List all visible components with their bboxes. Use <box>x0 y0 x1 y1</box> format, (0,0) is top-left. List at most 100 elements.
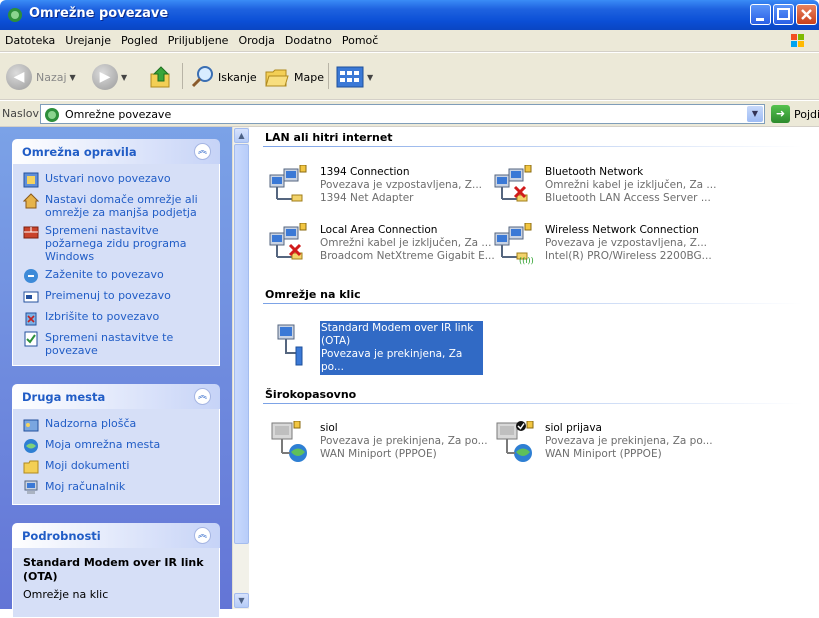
task-firewall[interactable]: Spremeni nastavitve požarnega zidu progr… <box>23 224 211 263</box>
my-computer-icon <box>24 480 38 494</box>
task-create-connection[interactable]: Ustvari novo povezavo <box>23 172 211 188</box>
place-label: Moj računalnik <box>45 480 126 493</box>
task-label: Ustvari novo povezavo <box>45 172 171 185</box>
search-label: Iskanje <box>218 70 257 84</box>
forward-button[interactable]: ▶ ▼ <box>92 62 127 92</box>
window-title: Omrežne povezave <box>29 6 169 21</box>
task-home-network[interactable]: Nastavi domače omrežje ali omrežje za ma… <box>23 193 211 219</box>
place-label: Nadzorna plošča <box>45 417 137 430</box>
dialup-connection-icon <box>277 324 303 366</box>
close-icon <box>801 9 812 20</box>
connection-device: 1394 Net Adapter <box>320 192 414 204</box>
network-tasks-title: Omrežna opravila <box>22 145 137 159</box>
toolbar: ◀ Nazaj ▼ ▶ ▼ Iskanje Mape ▼ <box>0 53 819 100</box>
details-item-name: Standard Modem over IR link (OTA) <box>23 556 204 583</box>
address-label: Naslov <box>2 107 39 120</box>
address-dropdown-icon[interactable]: ▼ <box>747 106 763 122</box>
details-item-type: Omrežje na klic <box>23 588 109 601</box>
connection-status: Omrežni kabel je izključen, Za ... <box>320 237 492 249</box>
connection-name: Wireless Network Connection <box>545 224 699 236</box>
menu-help[interactable]: Pomoč <box>337 30 383 47</box>
menu-tools[interactable]: Orodja <box>233 30 279 47</box>
folders-icon <box>265 69 289 87</box>
address-value: Omrežne povezave <box>65 108 172 121</box>
other-places-header[interactable]: Druga mesta ︽ <box>12 384 220 409</box>
connection-wireless[interactable]: ((ı)) Wireless Network Connection Poveza… <box>493 223 723 267</box>
menu-file[interactable]: Datoteka <box>0 30 60 47</box>
connections-list: LAN ali hitri internet 1394 Connection P… <box>250 127 819 609</box>
menu-view[interactable]: Pogled <box>116 30 163 47</box>
folders-button[interactable]: Mape <box>264 62 324 92</box>
connection-name: Local Area Connection <box>320 224 438 236</box>
my-documents-icon <box>23 460 39 474</box>
minimize-button[interactable] <box>750 4 771 25</box>
search-button[interactable]: Iskanje <box>190 62 257 92</box>
go-button[interactable]: ➜ Pojdi <box>771 105 819 123</box>
other-places-title: Druga mesta <box>22 390 106 404</box>
go-label: Pojdi <box>794 107 819 121</box>
svg-text:((ı)): ((ı)) <box>519 256 534 265</box>
wireless-connection-icon: ((ı)) <box>494 223 534 265</box>
folders-label: Mape <box>294 70 324 84</box>
connection-status: Omrežni kabel je izključen, Za ... <box>545 179 717 191</box>
collapse-chevron-icon[interactable]: ︽ <box>194 527 211 544</box>
place-label: Moja omrežna mesta <box>45 438 161 451</box>
connection-name: Standard Modem over IR link (OTA) <box>321 322 474 347</box>
connection-siol[interactable]: siol Povezava je prekinjena, Za po... WA… <box>268 421 498 465</box>
connection-device: Bluetooth LAN Access Server ... <box>545 192 711 204</box>
up-button[interactable] <box>148 62 174 92</box>
network-connections-icon <box>8 8 22 22</box>
properties-icon <box>24 331 38 347</box>
chevron-down-icon: ▼ <box>367 72 374 82</box>
menu-edit[interactable]: Urejanje <box>60 30 116 47</box>
network-tasks-header[interactable]: Omrežna opravila ︽ <box>12 139 220 164</box>
connection-status: Povezava je prekinjena, Za po... <box>545 435 713 447</box>
connection-modem-ir[interactable]: Standard Modem over IR link (OTA) Poveza… <box>268 321 498 375</box>
new-connection-icon <box>23 172 39 188</box>
task-start-connection[interactable]: Zaženite to povezavo <box>23 268 211 284</box>
firewall-icon <box>23 226 39 239</box>
details-box: Podrobnosti ︽ Standard Modem over IR lin… <box>12 523 220 618</box>
connection-local-area[interactable]: Local Area Connection Omrežni kabel je i… <box>268 223 498 267</box>
delete-icon <box>25 312 37 326</box>
connection-siol-prijava[interactable]: siol prijava Povezava je prekinjena, Za … <box>493 421 723 465</box>
title-bar: Omrežne povezave <box>0 0 819 30</box>
group-divider <box>263 146 803 147</box>
details-header[interactable]: Podrobnosti ︽ <box>12 523 220 548</box>
scroll-thumb[interactable] <box>234 144 249 544</box>
task-change-settings[interactable]: Spremeni nastavitve te povezave <box>23 331 211 357</box>
connection-1394[interactable]: 1394 Connection Povezava je vzpostavljen… <box>268 165 498 209</box>
task-rename[interactable]: Preimenuj to povezavo <box>23 289 211 305</box>
network-connections-icon <box>45 108 59 122</box>
task-delete[interactable]: Izbrišite to povezavo <box>23 310 211 326</box>
address-bar: Naslov Omrežne povezave ▼ ➜ Pojdi <box>0 101 819 127</box>
collapse-chevron-icon[interactable]: ︽ <box>194 143 211 160</box>
menu-favorites[interactable]: Priljubljene <box>163 30 234 47</box>
scroll-up-button[interactable]: ▲ <box>234 128 249 143</box>
connection-device: WAN Miniport (PPPOE) <box>320 448 437 460</box>
menu-advanced[interactable]: Dodatno <box>280 30 337 47</box>
rename-icon <box>23 291 39 303</box>
connection-bluetooth[interactable]: Bluetooth Network Omrežni kabel je izklj… <box>493 165 723 209</box>
chevron-down-icon: ▼ <box>121 72 128 82</box>
place-my-documents[interactable]: Moji dokumenti <box>23 459 211 475</box>
lan-disconnected-icon <box>494 165 532 202</box>
views-icon <box>336 66 364 88</box>
task-label: Zaženite to povezavo <box>45 268 164 281</box>
back-button[interactable]: ◀ Nazaj ▼ <box>6 62 76 92</box>
maximize-button[interactable] <box>773 4 794 25</box>
place-my-computer[interactable]: Moj računalnik <box>23 480 211 496</box>
connection-status: Povezava je vzpostavljena, Z... <box>320 179 483 191</box>
place-network-places[interactable]: Moja omrežna mesta <box>23 438 211 454</box>
back-label: Nazaj <box>36 70 67 84</box>
views-button[interactable]: ▼ <box>336 62 373 92</box>
task-label: Preimenuj to povezavo <box>45 289 171 302</box>
address-input[interactable]: Omrežne povezave ▼ <box>40 104 765 124</box>
scroll-down-button[interactable]: ▼ <box>234 593 249 608</box>
place-control-panel[interactable]: Nadzorna plošča <box>23 417 211 433</box>
vertical-scrollbar[interactable]: ▲ ▼ <box>232 127 249 609</box>
connection-status: Povezava je prekinjena, Za po... <box>321 348 463 373</box>
close-button[interactable] <box>796 4 817 25</box>
collapse-chevron-icon[interactable]: ︽ <box>194 388 211 405</box>
selected-connection-label: Standard Modem over IR link (OTA) Poveza… <box>320 321 483 375</box>
